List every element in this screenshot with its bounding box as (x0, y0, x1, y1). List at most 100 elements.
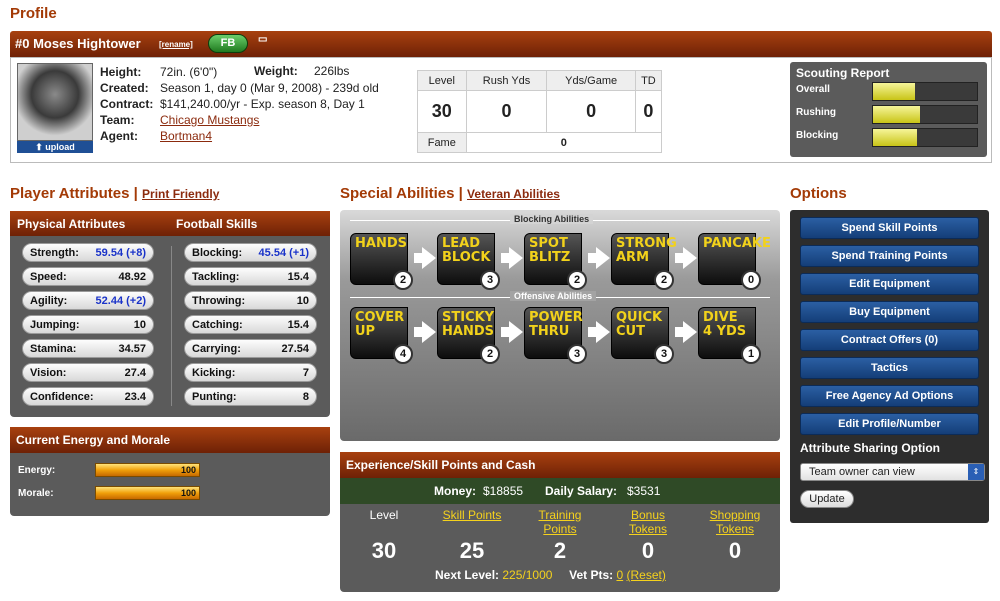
scouting-label: Overall (796, 84, 830, 95)
option-button[interactable]: Contract Offers (0) (800, 329, 979, 351)
team-link[interactable]: Chicago Mustangs (160, 113, 259, 127)
arrow-right-icon (588, 321, 610, 343)
bonus-tokens-link[interactable]: Bonus Tokens (618, 508, 678, 536)
attribute-row: Punting: 8 (184, 387, 317, 406)
energy-header: Current Energy and Morale (10, 427, 330, 453)
ability-level: 2 (654, 270, 674, 290)
ability-name: Up (355, 324, 376, 339)
select-arrows-icon: ⇕ (968, 464, 984, 480)
attribute-label: Catching: (192, 318, 243, 331)
position-badge: FB (208, 34, 248, 53)
option-button[interactable]: Free Agency Ad Options (800, 385, 979, 407)
ability-name: Thru (529, 324, 570, 339)
ability-name: Blitz (529, 250, 571, 265)
stat-header: Rush Yds (465, 70, 548, 91)
attribute-value: 7 (302, 366, 309, 379)
attribute-row: Kicking: 7 (184, 363, 317, 382)
attribute-value: 10 (133, 318, 146, 331)
level-value: 30 (371, 538, 397, 563)
upload-button[interactable]: ⬆ upload (17, 141, 93, 153)
update-button[interactable]: Update (800, 490, 854, 508)
sharing-select[interactable]: Team owner can view ⇕ (800, 463, 985, 481)
ability-tile[interactable]: Spot Blitz 2 (524, 233, 587, 290)
reset-link[interactable]: (Reset) (627, 568, 666, 582)
option-button[interactable]: Buy Equipment (800, 301, 979, 323)
ability-level: 1 (741, 344, 761, 364)
attribute-row: Catching: 15.4 (184, 315, 317, 334)
ability-tile[interactable]: Dive 4 Yds 1 (698, 307, 761, 364)
option-button[interactable]: Tactics (800, 357, 979, 379)
player-photo (17, 63, 93, 141)
attributes-heading: Player Attributes | Print Friendly (10, 185, 220, 202)
ability-tile[interactable]: Hands 2 (350, 233, 413, 290)
stat-header: TD (634, 70, 663, 91)
ability-tile[interactable]: Sticky Hands 2 (437, 307, 500, 364)
attribute-row: Jumping: 10 (22, 315, 154, 334)
agent-label: Agent: (100, 129, 138, 143)
arrow-right-icon (414, 247, 436, 269)
option-button[interactable]: Spend Skill Points (800, 217, 979, 239)
attribute-value: 15.4 (287, 270, 309, 283)
salary-label: Daily Salary: (545, 484, 618, 498)
training-points-link[interactable]: Training Points (530, 508, 590, 536)
attribute-row: Stamina: 34.57 (22, 339, 154, 358)
attribute-value: 52.44 (+2) (95, 294, 146, 307)
ability-tile[interactable]: Cover Up 4 (350, 307, 413, 364)
comment-icon[interactable]: ▭ (258, 34, 267, 45)
ability-name: Dive (703, 310, 738, 325)
arrow-right-icon (501, 247, 523, 269)
attribute-label: Agility: (30, 294, 68, 307)
attribute-row: Strength: 59.54 (+8) (22, 243, 154, 262)
arrow-right-icon (675, 247, 697, 269)
ability-level: 2 (393, 270, 413, 290)
veteran-abilities-link[interactable]: Veteran Abilities (467, 187, 560, 201)
player-name: #0 Moses Hightower (15, 36, 141, 51)
option-button[interactable]: Spend Training Points (800, 245, 979, 267)
attribute-row: Carrying: 27.54 (184, 339, 317, 358)
morale-bar: 100 (95, 486, 200, 500)
energy-bar: 100 (95, 463, 200, 477)
energy-title: Current Energy and Morale (16, 433, 171, 447)
stat-header: Yds/Game (546, 70, 636, 91)
attribute-label: Carrying: (192, 342, 241, 355)
ability-level: 3 (480, 270, 500, 290)
training-label: Training (538, 508, 582, 522)
skill-points-link[interactable]: Skill Points (432, 508, 512, 522)
rename-link[interactable]: [rename] (159, 40, 193, 49)
agent-link[interactable]: Bortman4 (160, 129, 212, 143)
ability-level: 3 (567, 344, 587, 364)
attribute-value: 27.54 (281, 342, 309, 355)
attribute-value: 45.54 (+1) (258, 246, 309, 259)
ability-level: 0 (741, 270, 761, 290)
option-button[interactable]: Edit Profile/Number (800, 413, 979, 435)
attribute-row: Speed: 48.92 (22, 267, 154, 286)
arrow-right-icon (588, 247, 610, 269)
shopping-tokens-link[interactable]: Shopping Tokens (702, 508, 768, 536)
option-button[interactable]: Edit Equipment (800, 273, 979, 295)
attribute-label: Punting: (192, 390, 237, 403)
level-label: Level (369, 508, 399, 522)
vet-points-link[interactable]: 0 (616, 568, 623, 582)
attribute-value: 34.57 (118, 342, 146, 355)
money-label: Money: (434, 484, 476, 498)
ability-name: Arm (616, 250, 650, 265)
shopping-label: Shopping (709, 508, 761, 522)
weight-label: Weight: (254, 64, 298, 78)
upload-icon: ⬆ (35, 142, 46, 152)
ability-level: 3 (654, 344, 674, 364)
ability-tile[interactable]: Lead Block 3 (437, 233, 500, 290)
ability-name: Strong (616, 236, 677, 251)
divider (171, 246, 172, 406)
created-value: Season 1, day 0 (Mar 9, 2008) - 239d old (160, 81, 379, 95)
fame-label: Fame (417, 132, 467, 153)
ability-tile[interactable]: Power Thru 3 (524, 307, 587, 364)
bonus-label: Bonus (630, 508, 666, 522)
ability-tile[interactable]: Pancake 0 (698, 233, 771, 290)
attribute-row: Tackling: 15.4 (184, 267, 317, 286)
ability-tile[interactable]: Strong Arm 2 (611, 233, 677, 290)
ability-tile[interactable]: Quick Cut 3 (611, 307, 674, 364)
shopping-label: Tokens (715, 522, 755, 536)
fame-value: 0 (465, 132, 663, 153)
print-friendly-link[interactable]: Print Friendly (142, 187, 219, 201)
vet-points-label: Vet Pts: (569, 568, 614, 582)
